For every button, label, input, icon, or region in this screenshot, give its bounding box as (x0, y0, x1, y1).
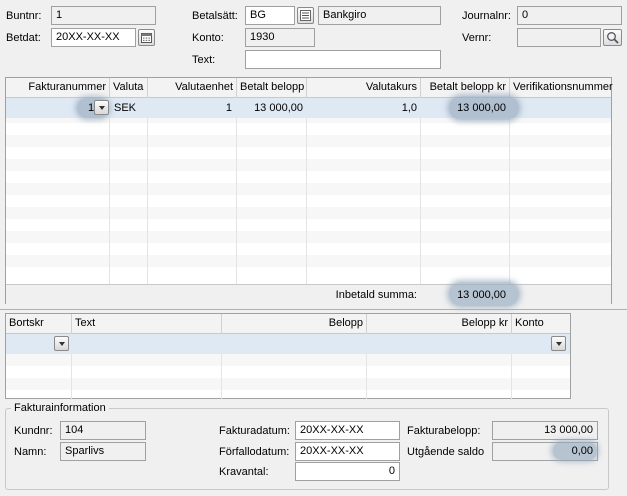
utgaende-saldo-field: 0,00 (492, 442, 598, 461)
fakturabelopp-label: Fakturabelopp: (407, 425, 481, 437)
fakturadatum-label: Fakturadatum: (219, 425, 290, 437)
kundnr-field: 104 (60, 421, 146, 440)
forfallodatum-label: Förfallodatum: (219, 446, 290, 458)
cell-valutakurs[interactable]: 1,0 (307, 102, 417, 114)
vernr-label: Vernr: (462, 32, 492, 44)
journalnr-field: 0 (517, 6, 622, 25)
payments-grid-header: Fakturanummer Valuta Valutaenhet Betalt … (6, 78, 613, 98)
fakturanummer-dropdown[interactable] (94, 100, 109, 115)
chevron-down-icon (58, 341, 65, 346)
col-belopp-kr[interactable]: Belopp kr (367, 314, 512, 334)
col-valutakurs[interactable]: Valutakurs (307, 78, 421, 98)
chevron-down-icon (98, 105, 105, 110)
fakturainformation-title: Fakturainformation (11, 402, 109, 414)
betdat-field[interactable]: 20XX-XX-XX (51, 28, 136, 47)
kundnr-label: Kundnr: (14, 425, 53, 437)
chevron-down-icon (555, 341, 562, 346)
betdat-label: Betdat: (6, 32, 41, 44)
namn-label: Namn: (14, 446, 47, 458)
cell-betalt-belopp-kr[interactable]: 13 000,00 (421, 102, 506, 114)
write-off-grid-header: Bortskr Text Belopp Belopp kr Konto (6, 314, 570, 334)
konto-dropdown[interactable] (551, 336, 566, 351)
calendar-icon (141, 33, 152, 43)
betalsatt-label: Betalsätt: (192, 10, 238, 22)
payments-grid-footer: Inbetald summa: 13 000,00 (6, 282, 611, 306)
inbetald-summa-value: 13 000,00 (457, 289, 506, 301)
namn-field: Sparlivs (60, 442, 146, 461)
col-bortskr[interactable]: Bortskr (6, 314, 72, 334)
utgaende-saldo-label: Utgående saldo (407, 446, 485, 458)
cell-valuta[interactable]: SEK (114, 102, 136, 114)
fakturadatum-field: 20XX-XX-XX (295, 421, 400, 440)
col-valutaenhet[interactable]: Valutaenhet (148, 78, 237, 98)
calendar-button[interactable] (138, 29, 155, 46)
col-text[interactable]: Text (72, 314, 222, 334)
payments-grid: Fakturanummer Valuta Valutaenhet Betalt … (5, 77, 613, 306)
betalsatt-list-button[interactable] (297, 7, 314, 24)
table-row[interactable] (6, 334, 570, 354)
text-input[interactable] (245, 50, 441, 69)
list-icon (300, 10, 311, 21)
inbetald-summa-label: Inbetald summa: (335, 289, 417, 301)
col-valuta[interactable]: Valuta (110, 78, 148, 98)
search-icon (607, 32, 619, 44)
konto-label: Konto: (192, 32, 224, 44)
col-fakturanummer[interactable]: Fakturanummer (6, 78, 110, 98)
vernr-search-button[interactable] (603, 29, 622, 46)
table-row[interactable]: 1 SEK 1 13 000,00 1,0 13 000,00 (6, 96, 611, 120)
fakturabelopp-field: 13 000,00 (492, 421, 598, 440)
kravantal-label: Kravantal: (219, 466, 269, 478)
betalsatt-field[interactable]: BG (245, 6, 295, 25)
bortskr-dropdown[interactable] (54, 336, 69, 351)
cell-betalt-belopp[interactable]: 13 000,00 (237, 102, 303, 114)
col-betalt-belopp-kr[interactable]: Betalt belopp kr (421, 78, 510, 98)
konto-field: 1930 (245, 28, 315, 47)
betalsatt-name-field: Bankgiro (318, 6, 441, 25)
forfallodatum-field: 20XX-XX-XX (295, 442, 400, 461)
buntnr-label: Buntnr: (6, 10, 42, 22)
buntnr-field[interactable]: 1 (51, 6, 156, 25)
journalnr-label: Journalnr: (462, 10, 511, 22)
col-verifikationsnummer[interactable]: Verifikationsnummer (510, 78, 613, 98)
vernr-field[interactable] (517, 28, 601, 47)
write-off-grid: Bortskr Text Belopp Belopp kr Konto (5, 313, 571, 400)
utgaende-saldo-value: 0,00 (571, 445, 593, 457)
col-betalt-belopp[interactable]: Betalt belopp (237, 78, 307, 98)
cell-valutaenhet[interactable]: 1 (148, 102, 232, 114)
col-belopp[interactable]: Belopp (222, 314, 367, 334)
text-label: Text: (192, 54, 216, 66)
kravantal-field: 0 (295, 462, 400, 481)
col-konto[interactable]: Konto (512, 314, 572, 334)
